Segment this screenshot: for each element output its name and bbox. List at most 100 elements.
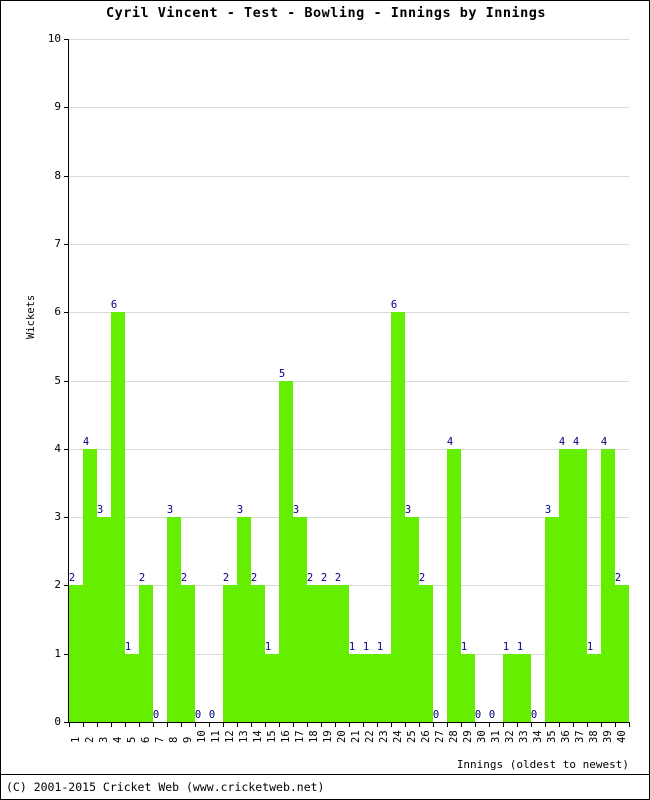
x-axis-tick-label: 31 — [490, 730, 502, 743]
x-axis-tick — [545, 722, 546, 727]
x-axis-tick-label: 9 — [182, 736, 194, 743]
y-axis-tick — [64, 107, 69, 109]
gridline — [69, 380, 629, 382]
x-axis-tick — [181, 722, 182, 727]
bar — [181, 585, 195, 722]
x-axis-tick-label: 36 — [560, 730, 572, 743]
x-axis-tick-label: 18 — [308, 730, 320, 743]
bar — [545, 517, 559, 722]
x-axis-tick-label: 29 — [462, 730, 474, 743]
bar — [223, 585, 237, 722]
x-axis-tick — [139, 722, 140, 727]
x-axis-tick — [195, 722, 196, 727]
bar — [391, 312, 405, 722]
bar-value-label: 1 — [348, 640, 356, 653]
bar — [97, 517, 111, 722]
y-axis-tick-label: 9 — [54, 100, 61, 114]
bar — [573, 448, 587, 722]
chart-frame: Cyril Vincent - Test - Bowling - Innings… — [0, 0, 650, 800]
bar-value-label: 1 — [124, 640, 132, 653]
x-axis-tick — [615, 722, 616, 727]
bar — [321, 585, 335, 722]
x-axis-tick — [223, 722, 224, 727]
x-axis-tick-label: 26 — [420, 730, 432, 743]
bar-value-label: 0 — [194, 709, 202, 721]
x-axis-tick-label: 19 — [322, 730, 334, 743]
bar — [559, 448, 573, 722]
bar — [167, 517, 181, 722]
x-axis-tick — [349, 722, 350, 727]
x-axis-tick — [265, 722, 266, 727]
bar — [251, 585, 265, 722]
bar — [279, 380, 293, 722]
bar-value-label: 0 — [530, 709, 538, 721]
x-axis-tick-label: 8 — [168, 736, 180, 743]
bar-value-label: 1 — [460, 640, 468, 653]
bar-value-label: 2 — [418, 572, 426, 585]
x-axis-tick — [587, 722, 588, 727]
bar-value-label: 3 — [236, 504, 244, 517]
bar-value-label: 3 — [544, 504, 552, 517]
bar-value-label: 1 — [516, 640, 524, 653]
x-axis-tick — [433, 722, 434, 727]
x-axis-tick — [405, 722, 406, 727]
y-axis-tick-label: 3 — [54, 510, 61, 524]
footer-divider — [1, 774, 650, 775]
bar — [601, 448, 615, 722]
footer-copyright: (C) 2001-2015 Cricket Web (www.cricketwe… — [6, 780, 325, 794]
x-axis-tick-label: 5 — [126, 736, 138, 743]
bar-value-label: 3 — [96, 504, 104, 517]
x-axis-tick — [279, 722, 280, 727]
x-axis-tick — [391, 722, 392, 727]
bar — [293, 517, 307, 722]
y-axis-tick-label: 8 — [54, 168, 61, 182]
x-axis-tick-label: 25 — [406, 730, 418, 743]
x-axis-tick — [69, 722, 70, 727]
y-axis-tick — [64, 448, 69, 450]
x-axis-tick — [335, 722, 336, 727]
x-axis-tick — [83, 722, 84, 727]
x-axis-tick-label: 22 — [364, 730, 376, 743]
bar-value-label: 0 — [208, 709, 216, 721]
bar-value-label: 4 — [572, 435, 580, 448]
y-axis-tick — [64, 312, 69, 314]
bar — [139, 585, 153, 722]
bar — [363, 653, 377, 722]
x-axis-tick — [629, 722, 630, 727]
bar-value-label: 4 — [600, 435, 608, 448]
x-axis-tick-label: 35 — [546, 730, 558, 743]
y-axis-tick-label: 0 — [54, 715, 61, 728]
x-axis-tick-label: 33 — [518, 730, 530, 743]
bar-value-label: 2 — [68, 572, 76, 585]
y-axis-tick — [64, 243, 69, 245]
y-axis-tick — [64, 175, 69, 177]
bar-value-label: 1 — [376, 640, 384, 653]
x-axis-tick — [503, 722, 504, 727]
gridline — [69, 448, 629, 450]
x-axis-tick-label: 16 — [280, 730, 292, 743]
bar-value-label: 2 — [334, 572, 342, 585]
y-axis-tick — [64, 39, 69, 40]
x-axis-tick — [363, 722, 364, 727]
bar-value-label: 0 — [152, 709, 160, 721]
bar — [237, 517, 251, 722]
bar-value-label: 3 — [166, 504, 174, 517]
bar-value-label: 2 — [614, 572, 622, 585]
x-axis-tick — [251, 722, 252, 727]
bar — [377, 653, 391, 722]
x-axis-tick-label: 37 — [574, 730, 586, 743]
bar — [265, 653, 279, 722]
x-axis-tick-label: 34 — [532, 730, 544, 743]
x-axis-tick-label: 13 — [238, 730, 250, 743]
x-axis-tick — [377, 722, 378, 727]
bar-value-label: 5 — [278, 367, 286, 380]
bar-value-label: 4 — [446, 435, 454, 448]
x-axis-tick-label: 14 — [252, 730, 264, 743]
x-axis-tick — [125, 722, 126, 727]
x-axis-tick — [601, 722, 602, 727]
x-axis-tick — [447, 722, 448, 727]
bar — [83, 448, 97, 722]
bar-value-label: 1 — [362, 640, 370, 653]
bar-value-label: 0 — [432, 709, 440, 721]
bar — [503, 653, 517, 722]
